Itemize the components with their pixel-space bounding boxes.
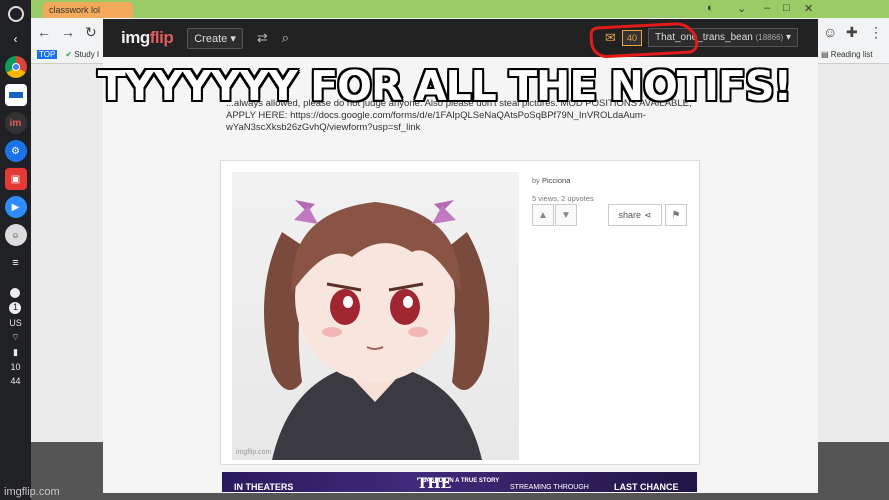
battery-icon: ▮: [13, 347, 18, 357]
tab-search-icon[interactable]: ⌄: [737, 2, 746, 15]
tray-notif-count: 1: [9, 302, 22, 314]
close-icon[interactable]: ✕: [804, 2, 813, 15]
ad-text-right: LAST CHANCE: [614, 482, 679, 492]
imgflip-navbar: imgflip Create ▾ ⇄ ⌕ ✉ 40 That_one_trans…: [103, 19, 818, 57]
clock-hour: 10: [10, 362, 21, 372]
share-icon: ⋖: [643, 209, 652, 220]
playlist-icon[interactable]: ≡: [5, 252, 27, 274]
back-icon[interactable]: ←: [37, 24, 51, 40]
up-arrow-icon: ▲: [538, 209, 548, 221]
imgflip-watermark: imgflip.com: [4, 486, 60, 498]
system-tray[interactable]: 1 US ⌔ ▮ 10 44: [9, 288, 22, 386]
forward-icon[interactable]: →: [61, 24, 75, 40]
account-icon[interactable]: ◐: [707, 2, 714, 14]
downvote-button[interactable]: ▼: [555, 204, 577, 226]
bookmark-top-icon[interactable]: TOP: [37, 50, 58, 59]
extensions-icon[interactable]: ✚: [846, 24, 858, 41]
anime-girl-illustration: [264, 200, 490, 460]
menu-icon[interactable]: ⋮: [869, 24, 883, 41]
ad-text-streaming: STREAMING THROUGH: [510, 484, 589, 491]
study-icon: ✔: [65, 50, 73, 59]
back-arrow-icon[interactable]: ‹: [5, 28, 27, 50]
gallery-icon[interactable]: ▣: [4, 168, 27, 190]
image-watermark: imgflip.com: [236, 449, 272, 456]
post-meta: by Picciona 5 views, 2 upvotes: [532, 172, 594, 208]
reading-list-icon: ▤: [821, 50, 829, 59]
share-button[interactable]: share ⋖: [608, 204, 662, 226]
wifi-icon: ⌔: [11, 332, 20, 342]
upvote-button[interactable]: ▲: [532, 204, 554, 226]
notification-dot-icon: [10, 288, 21, 298]
reload-icon[interactable]: ↻: [85, 24, 97, 41]
advertisement-banner[interactable]: IN THEATERS THE BASED ON A TRUE STORY ST…: [222, 472, 697, 492]
red-annotation-circle: [589, 21, 699, 59]
launcher-icon[interactable]: [7, 6, 24, 22]
author-link[interactable]: Picciona: [542, 176, 570, 185]
imgflip-logo[interactable]: imgflip: [121, 28, 174, 48]
maximize-icon[interactable]: □: [783, 2, 790, 14]
down-arrow-icon: ▼: [561, 209, 571, 221]
anime-girl-image[interactable]: imgflip.com: [232, 172, 519, 460]
imgflip-app-icon[interactable]: im: [4, 112, 27, 134]
tab-strip: classwork lol ◐ ⌄ – □ ✕: [31, 0, 889, 18]
language-indicator: US: [9, 318, 22, 328]
ad-text-left: IN THEATERS: [234, 482, 294, 492]
tab-classwork[interactable]: classwork lol: [43, 2, 133, 18]
reading-list-link[interactable]: ▤ Reading list: [821, 50, 873, 59]
minimize-icon[interactable]: –: [764, 2, 770, 14]
zoom-icon[interactable]: ▶: [4, 196, 27, 218]
avatar-icon[interactable]: ☺: [823, 24, 837, 40]
meme-caption: TYYYYYY FOR ALL THE NOTIFS!: [97, 62, 793, 110]
flag-icon: ⚑: [671, 209, 681, 221]
search-icon[interactable]: ⌕: [282, 30, 289, 46]
ad-text-tagline: BASED ON A TRUE STORY: [422, 478, 500, 484]
tote-icon[interactable]: ☺: [4, 224, 27, 246]
shuffle-icon[interactable]: ⇄: [257, 30, 268, 46]
create-dropdown-button[interactable]: Create ▾: [187, 27, 243, 49]
flag-button[interactable]: ⚑: [665, 204, 687, 226]
clock-minute: 44: [10, 376, 21, 386]
bookmark-study[interactable]: ✔ Study I: [65, 50, 99, 59]
settings-gear-icon[interactable]: ⚙: [4, 140, 27, 162]
